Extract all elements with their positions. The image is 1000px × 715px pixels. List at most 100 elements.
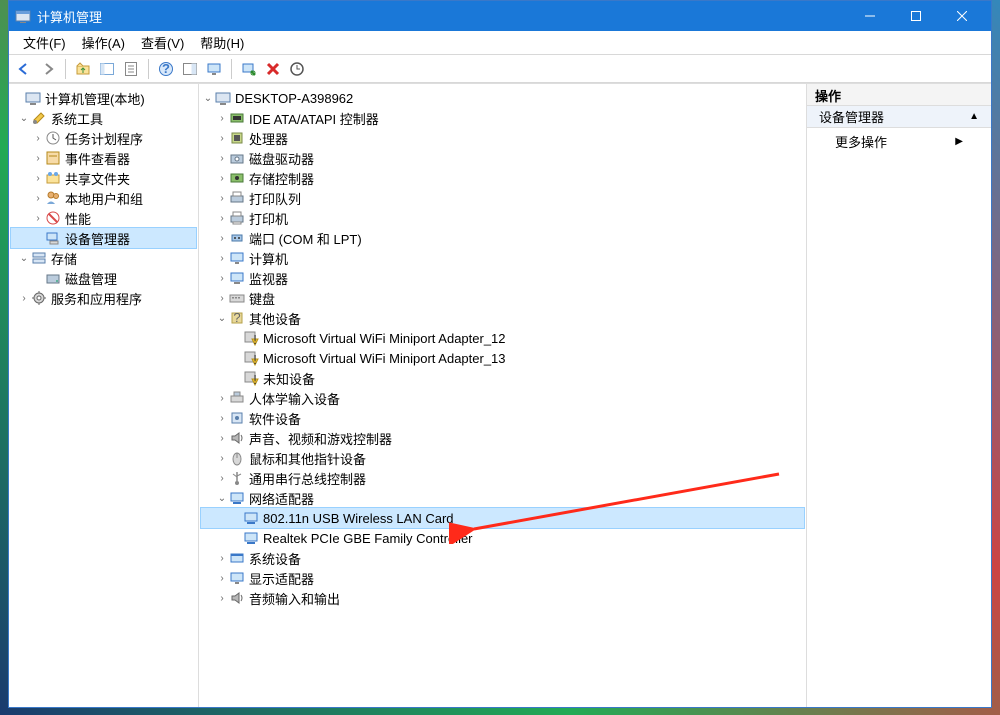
more-actions-item[interactable]: 更多操作 ▶ bbox=[807, 128, 991, 155]
warn-device-icon: ! bbox=[243, 370, 259, 386]
titlebar[interactable]: 计算机管理 bbox=[9, 1, 991, 31]
properties-button[interactable] bbox=[120, 58, 142, 80]
cat-display-adapters[interactable]: ›显示适配器 bbox=[201, 568, 804, 588]
users-icon bbox=[45, 190, 61, 206]
dev-usb-wlan[interactable]: 802.11n USB Wireless LAN Card bbox=[201, 508, 804, 528]
left-tree-pane[interactable]: ▶计算机管理(本地) ⌄系统工具 ›任务计划程序 ›事件查看器 ›共享文件夹 ›… bbox=[9, 84, 199, 707]
dev-realtek-gbe[interactable]: Realtek PCIe GBE Family Controller bbox=[201, 528, 804, 548]
services-icon bbox=[31, 290, 47, 306]
cat-computer[interactable]: ›计算机 bbox=[201, 248, 804, 268]
other-icon: ? bbox=[229, 310, 245, 326]
minimize-button[interactable] bbox=[847, 1, 893, 31]
node-shared-folders[interactable]: ›共享文件夹 bbox=[11, 168, 196, 188]
menu-file[interactable]: 文件(F) bbox=[15, 31, 74, 54]
monitor-icon bbox=[229, 270, 245, 286]
computer-icon bbox=[25, 90, 41, 106]
actions-header: 操作 bbox=[807, 84, 991, 106]
svg-text:!: ! bbox=[253, 372, 257, 386]
printer-icon bbox=[229, 210, 245, 226]
scan-button[interactable] bbox=[238, 58, 260, 80]
printqueue-icon bbox=[229, 190, 245, 206]
node-device-manager[interactable]: ›设备管理器 bbox=[11, 228, 196, 248]
node-local-users[interactable]: ›本地用户和组 bbox=[11, 188, 196, 208]
cat-audio-io[interactable]: ›音频输入和输出 bbox=[201, 588, 804, 608]
toggle-tree-button[interactable] bbox=[179, 58, 201, 80]
display-icon bbox=[229, 570, 245, 586]
cat-printers[interactable]: ›打印机 bbox=[201, 208, 804, 228]
monitor-icon-button[interactable] bbox=[203, 58, 225, 80]
show-console-button[interactable] bbox=[96, 58, 118, 80]
ide-icon bbox=[229, 110, 245, 126]
usb-icon bbox=[229, 470, 245, 486]
dev-unknown[interactable]: !未知设备 bbox=[201, 368, 804, 388]
node-system-tools[interactable]: ⌄系统工具 bbox=[11, 108, 196, 128]
cat-network-adapters[interactable]: ⌄网络适配器 bbox=[201, 488, 804, 508]
close-button[interactable] bbox=[939, 1, 985, 31]
cat-hid[interactable]: ›人体学输入设备 bbox=[201, 388, 804, 408]
app-window: 计算机管理 文件(F) 操作(A) 查看(V) 帮助(H) ? ▶计算机管理 bbox=[8, 0, 992, 708]
mouse-icon bbox=[229, 450, 245, 466]
cat-ide[interactable]: ›IDE ATA/ATAPI 控制器 bbox=[201, 108, 804, 128]
actions-pane: 操作 设备管理器 ▲ 更多操作 ▶ bbox=[807, 84, 991, 707]
cat-disk-drives[interactable]: ›磁盘驱动器 bbox=[201, 148, 804, 168]
svg-text:!: ! bbox=[253, 332, 257, 346]
netadapter-icon bbox=[243, 530, 259, 546]
share-icon bbox=[45, 170, 61, 186]
update-driver-button[interactable] bbox=[286, 58, 308, 80]
disable-button[interactable] bbox=[262, 58, 284, 80]
dev-wifi-miniport-13[interactable]: !Microsoft Virtual WiFi Miniport Adapter… bbox=[201, 348, 804, 368]
back-button[interactable] bbox=[13, 58, 35, 80]
menu-view[interactable]: 查看(V) bbox=[133, 31, 192, 54]
node-task-scheduler[interactable]: ›任务计划程序 bbox=[11, 128, 196, 148]
disk-icon bbox=[45, 270, 61, 286]
node-storage[interactable]: ⌄存储 bbox=[11, 248, 196, 268]
keyboard-icon bbox=[229, 290, 245, 306]
node-event-viewer[interactable]: ›事件查看器 bbox=[11, 148, 196, 168]
node-performance[interactable]: ›性能 bbox=[11, 208, 196, 228]
cat-keyboards[interactable]: ›键盘 bbox=[201, 288, 804, 308]
menu-help[interactable]: 帮助(H) bbox=[192, 31, 252, 54]
device-root[interactable]: ⌄DESKTOP-A398962 bbox=[201, 88, 804, 108]
cat-usb[interactable]: ›通用串行总线控制器 bbox=[201, 468, 804, 488]
warn-device-icon: ! bbox=[243, 330, 259, 346]
collapse-icon: ▲ bbox=[969, 111, 979, 122]
network-icon bbox=[229, 490, 245, 506]
dev-wifi-miniport-12[interactable]: !Microsoft Virtual WiFi Miniport Adapter… bbox=[201, 328, 804, 348]
storage-ctrl-icon bbox=[229, 170, 245, 186]
node-services-apps[interactable]: ›服务和应用程序 bbox=[11, 288, 196, 308]
software-icon bbox=[229, 410, 245, 426]
node-computer-mgmt-local[interactable]: ▶计算机管理(本地) bbox=[11, 88, 196, 108]
svg-text:?: ? bbox=[233, 310, 240, 325]
maximize-button[interactable] bbox=[893, 1, 939, 31]
port-icon bbox=[229, 230, 245, 246]
warn-device-icon: ! bbox=[243, 350, 259, 366]
forward-button[interactable] bbox=[37, 58, 59, 80]
cat-print-queues[interactable]: ›打印队列 bbox=[201, 188, 804, 208]
help-button[interactable]: ? bbox=[155, 58, 177, 80]
cat-system-devices[interactable]: ›系统设备 bbox=[201, 548, 804, 568]
computer-icon bbox=[215, 90, 231, 106]
app-icon bbox=[15, 8, 31, 24]
menubar: 文件(F) 操作(A) 查看(V) 帮助(H) bbox=[9, 31, 991, 55]
node-disk-mgmt[interactable]: ›磁盘管理 bbox=[11, 268, 196, 288]
cat-storage-controllers[interactable]: ›存储控制器 bbox=[201, 168, 804, 188]
event-icon bbox=[45, 150, 61, 166]
device-tree-pane[interactable]: ⌄DESKTOP-A398962 ›IDE ATA/ATAPI 控制器 ›处理器… bbox=[199, 84, 807, 707]
up-button[interactable] bbox=[72, 58, 94, 80]
actions-section[interactable]: 设备管理器 ▲ bbox=[807, 106, 991, 128]
netadapter-icon bbox=[243, 510, 259, 526]
cat-processor[interactable]: ›处理器 bbox=[201, 128, 804, 148]
menu-actions[interactable]: 操作(A) bbox=[74, 31, 133, 54]
cat-sound[interactable]: ›声音、视频和游戏控制器 bbox=[201, 428, 804, 448]
cat-software-devices[interactable]: ›软件设备 bbox=[201, 408, 804, 428]
chevron-right-icon: ▶ bbox=[955, 136, 963, 147]
perf-icon bbox=[45, 210, 61, 226]
tools-icon bbox=[31, 110, 47, 126]
cat-other-devices[interactable]: ⌄?其他设备 bbox=[201, 308, 804, 328]
svg-text:?: ? bbox=[162, 61, 170, 76]
cat-monitors[interactable]: ›监视器 bbox=[201, 268, 804, 288]
svg-text:!: ! bbox=[253, 352, 257, 366]
cat-mouse[interactable]: ›鼠标和其他指针设备 bbox=[201, 448, 804, 468]
cat-ports[interactable]: ›端口 (COM 和 LPT) bbox=[201, 228, 804, 248]
devmgr-icon bbox=[45, 230, 61, 246]
